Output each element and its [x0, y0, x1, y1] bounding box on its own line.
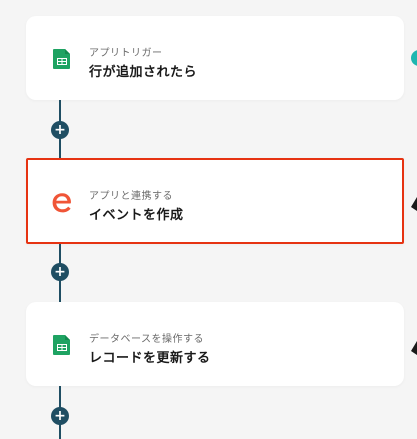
flow-step-card-create-event[interactable]: アプリと連携する イベントを作成 — [26, 158, 404, 244]
step-title: 行が追加されたら — [89, 65, 198, 80]
flow-step-card-update-record[interactable]: データベースを操作する レコードを更新する — [26, 302, 404, 386]
flow-step-card-trigger[interactable]: アプリトリガー 行が追加されたら — [26, 16, 404, 100]
step-subtitle: アプリトリガー — [89, 48, 163, 59]
step-subtitle: データベースを操作する — [89, 334, 204, 345]
add-step-button[interactable]: + — [51, 263, 69, 281]
add-step-button[interactable]: + — [51, 407, 69, 425]
eventbrite-icon — [50, 191, 74, 215]
google-sheets-icon — [52, 48, 72, 70]
edge-fragment-icon — [411, 196, 417, 211]
step-title: レコードを更新する — [89, 351, 211, 366]
step-title: イベントを作成 — [89, 208, 184, 223]
google-sheets-icon — [52, 334, 72, 356]
edge-fragment-icon — [411, 340, 417, 355]
add-step-button[interactable]: + — [51, 121, 69, 139]
step-subtitle: アプリと連携する — [89, 191, 173, 202]
status-indicator — [411, 50, 417, 66]
